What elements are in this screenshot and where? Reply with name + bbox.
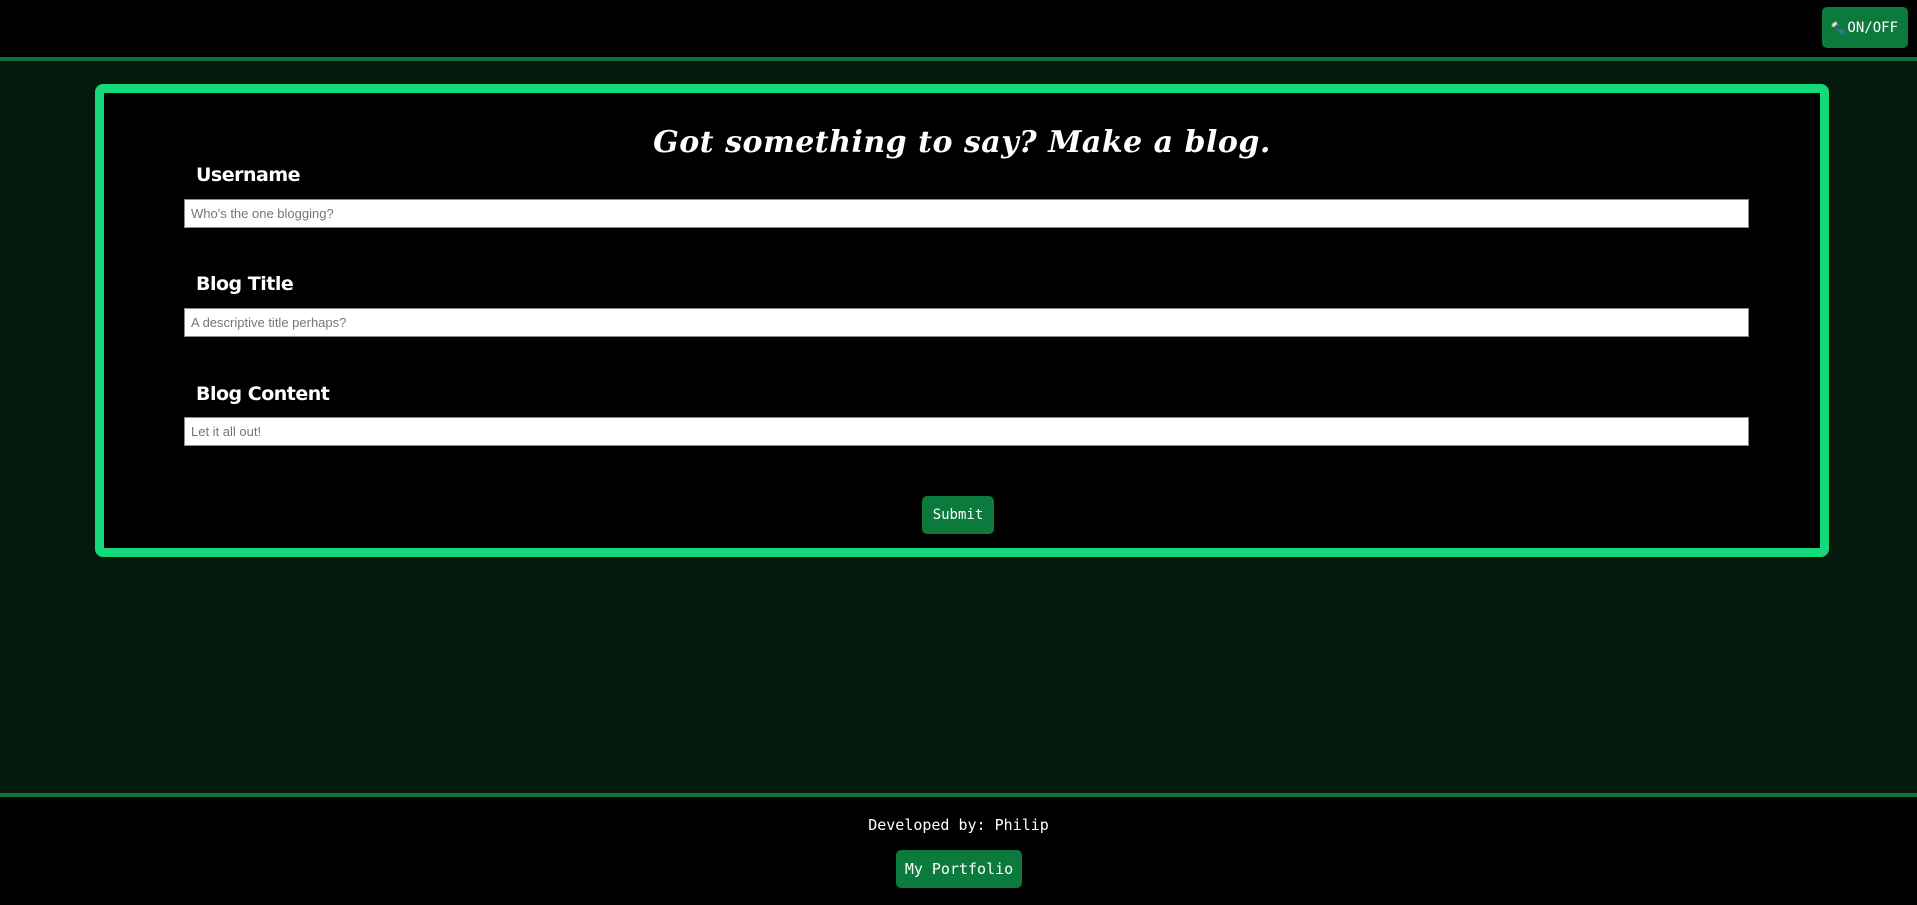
blog-title-input[interactable] [184, 308, 1749, 337]
username-label: Username [196, 164, 301, 186]
blog-title-label: Blog Title [196, 273, 294, 295]
toggle-label: ON/OFF [1847, 19, 1898, 36]
blog-form-card: Got something to say? Make a blog. Usern… [95, 84, 1829, 557]
main-content: Got something to say? Make a blog. Usern… [0, 61, 1917, 793]
top-navbar: 🔦 ON/OFF [0, 0, 1917, 61]
flashlight-icon: 🔦 [1830, 20, 1846, 35]
portfolio-button[interactable]: My Portfolio [896, 850, 1022, 888]
theme-toggle-button[interactable]: 🔦 ON/OFF [1822, 7, 1908, 48]
username-input[interactable] [184, 199, 1749, 228]
developer-credit: Developed by: Philip [868, 816, 1049, 834]
blog-content-label: Blog Content [196, 383, 330, 405]
submit-button[interactable]: Submit [922, 496, 994, 534]
form-title: Got something to say? Make a blog. [653, 125, 1271, 160]
blog-content-input[interactable] [184, 417, 1749, 446]
footer: Developed by: Philip My Portfolio [0, 793, 1917, 905]
